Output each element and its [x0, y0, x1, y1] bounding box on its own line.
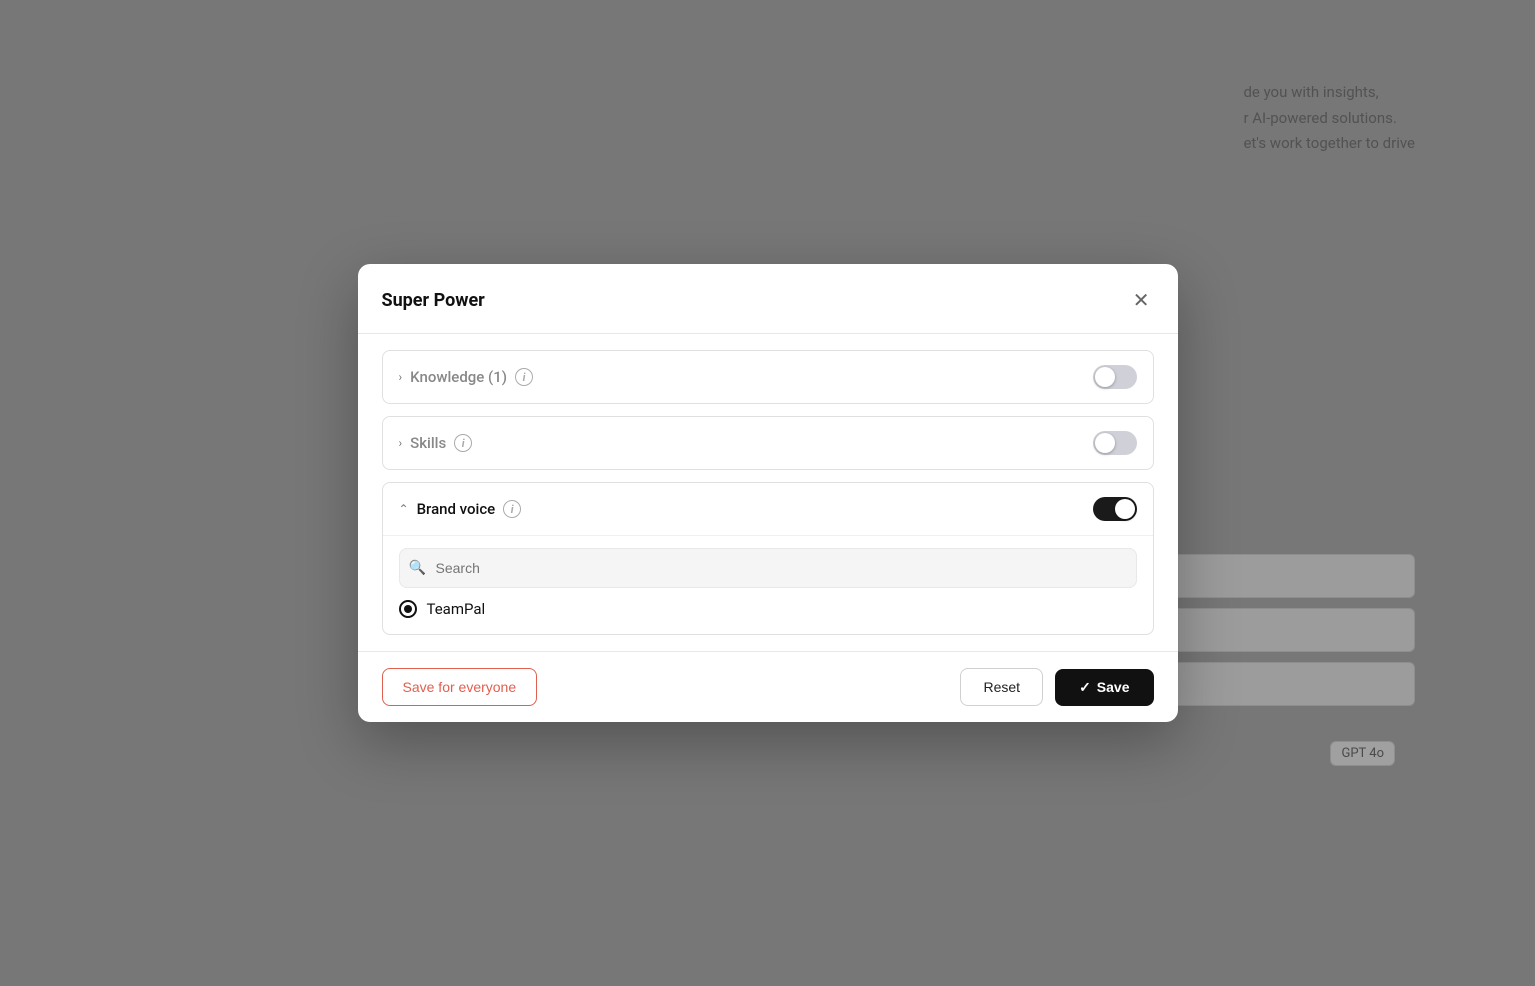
knowledge-toggle-knob: [1095, 367, 1115, 387]
brand-voice-chevron-icon: ⌃: [399, 502, 409, 516]
save-label: Save: [1097, 679, 1130, 695]
brand-voice-search-input[interactable]: [399, 548, 1137, 588]
skills-chevron-icon: ›: [399, 436, 403, 450]
modal-title: Super Power: [382, 290, 485, 311]
save-check-icon: ✓: [1079, 679, 1091, 696]
close-icon: ✕: [1133, 288, 1150, 313]
radio-outer: [399, 600, 417, 618]
brand-voice-search-container: 🔍: [399, 548, 1137, 588]
save-button[interactable]: ✓ Save: [1055, 669, 1153, 706]
brand-voice-label: Brand voice: [417, 500, 496, 518]
close-button[interactable]: ✕: [1129, 284, 1154, 317]
brand-voice-left: ⌃ Brand voice i: [399, 500, 522, 518]
brand-voice-option-teampal[interactable]: TeamPal: [399, 600, 1137, 618]
radio-inner: [404, 605, 412, 613]
reset-button[interactable]: Reset: [960, 668, 1043, 706]
knowledge-toggle[interactable]: [1093, 365, 1137, 389]
brand-voice-toggle-knob: [1115, 499, 1135, 519]
knowledge-label: Knowledge (1): [410, 368, 507, 386]
modal-header: Super Power ✕: [358, 264, 1178, 334]
brand-voice-body: 🔍 TeamPal: [383, 535, 1153, 634]
skills-info-icon[interactable]: i: [454, 434, 472, 452]
modal-footer: Save for everyone Reset ✓ Save: [358, 651, 1178, 722]
modal-overlay: Super Power ✕ › Knowledge (1) i: [0, 0, 1535, 986]
brand-voice-info-icon[interactable]: i: [503, 500, 521, 518]
skills-toggle[interactable]: [1093, 431, 1137, 455]
super-power-modal: Super Power ✕ › Knowledge (1) i: [358, 264, 1178, 722]
teampal-label: TeamPal: [427, 600, 486, 618]
skills-label: Skills: [410, 434, 446, 452]
knowledge-info-icon[interactable]: i: [515, 368, 533, 386]
knowledge-left: › Knowledge (1) i: [399, 368, 534, 386]
brand-voice-section: ⌃ Brand voice i 🔍: [382, 482, 1154, 635]
modal-body: › Knowledge (1) i › Skills i: [358, 334, 1178, 651]
save-for-everyone-button[interactable]: Save for everyone: [382, 668, 538, 706]
skills-left: › Skills i: [399, 434, 473, 452]
skills-toggle-knob: [1095, 433, 1115, 453]
brand-voice-header[interactable]: ⌃ Brand voice i: [383, 483, 1153, 535]
knowledge-chevron-icon: ›: [399, 370, 403, 384]
search-icon: 🔍: [409, 560, 426, 576]
footer-right: Reset ✓ Save: [960, 668, 1153, 706]
knowledge-section-row[interactable]: › Knowledge (1) i: [382, 350, 1154, 404]
brand-voice-toggle[interactable]: [1093, 497, 1137, 521]
skills-section-row[interactable]: › Skills i: [382, 416, 1154, 470]
